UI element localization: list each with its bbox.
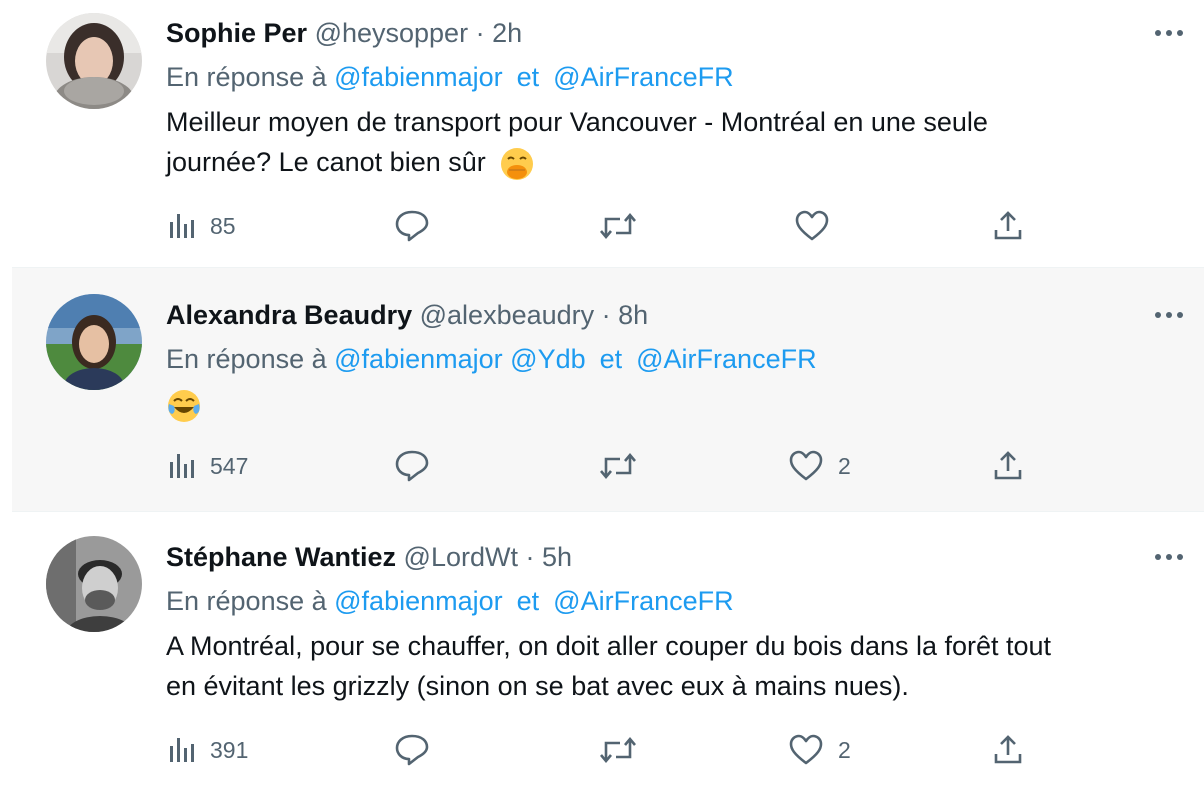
share-button[interactable] [992,206,1024,246]
more-options-button[interactable] [1152,540,1186,574]
reply-prefix: En réponse à [166,62,327,92]
reply-button[interactable] [394,730,430,770]
analytics-bars-icon [170,454,194,478]
heart-icon [789,734,823,765]
retweet-arrows-icon [600,452,636,480]
heart-icon [789,450,823,481]
author-name[interactable]: Alexandra Beaudry [166,300,412,330]
reply-bubble-icon [395,450,429,482]
tweet-text [166,384,1156,424]
author-name[interactable]: Sophie Per [166,18,307,48]
more-options-button[interactable] [1152,298,1186,332]
tweet-text-line: journée? Le canot bien sûr [166,147,486,177]
tweet-text: Meilleur moyen de transport pour Vancouv… [166,102,1156,182]
mention-link[interactable]: @AirFranceFR [553,62,733,92]
tweet-stephane-wantiez[interactable]: Stéphane Wantiez @LordWt · 5h En réponse… [12,512,1204,786]
analytics-bars-icon [170,738,194,762]
reply-context: En réponse à @fabienmajor et @AirFranceFR [166,585,734,617]
heart-icon [795,210,829,241]
author-handle[interactable]: @LordWt [404,542,518,572]
tweet-timeline: Sophie Per @heysopper · 2h En réponse à … [0,0,1204,786]
analytics-bars-icon [170,214,194,238]
tweet-text-line: en évitant les grizzly (sinon on se bat … [166,671,909,701]
avatar[interactable] [46,13,142,109]
share-button[interactable] [992,730,1024,770]
author-handle[interactable]: @alexbeaudry [420,300,595,330]
tweet-timestamp[interactable]: 2h [492,18,522,48]
reply-separator: et [516,586,540,616]
retweet-button[interactable] [598,206,638,246]
retweet-arrows-icon [600,212,636,240]
tweet-actions: 391 2 [166,730,1046,770]
mention-link[interactable]: @AirFranceFR [636,344,816,374]
mention-link[interactable]: @fabienmajor [334,586,503,616]
tweet-timestamp[interactable]: 5h [542,542,572,572]
retweet-button[interactable] [598,730,638,770]
mention-link[interactable]: @Ydb [510,344,585,374]
reply-prefix: En réponse à [166,344,327,374]
views-count: 547 [210,452,249,479]
reply-button[interactable] [394,206,430,246]
like-button[interactable]: 2 [788,730,851,770]
avatar[interactable] [46,294,142,390]
reply-context: En réponse à @fabienmajor et @AirFranceFR [166,61,734,93]
avatar[interactable] [46,536,142,632]
tweet-alexandra-beaudry[interactable]: Alexandra Beaudry @alexbeaudry · 8h En r… [12,268,1204,512]
share-upload-icon [994,735,1022,764]
more-dots-icon [1155,312,1183,318]
more-dots-icon [1155,554,1183,560]
like-button[interactable] [794,206,844,246]
views-count: 85 [210,212,236,239]
reply-button[interactable] [394,446,430,486]
reply-bubble-icon [395,210,429,242]
reply-separator: et [599,344,623,374]
views-button[interactable]: 391 [166,730,248,770]
reply-context: En réponse à @fabienmajor @Ydb et @AirFran… [166,343,817,375]
share-upload-icon [994,211,1022,240]
views-button[interactable]: 547 [166,446,248,486]
likes-count: 2 [838,736,851,763]
more-options-button[interactable] [1152,16,1186,50]
face-with-hand-over-mouth-emoji-icon [501,147,534,180]
retweet-arrows-icon [600,736,636,764]
views-count: 391 [210,736,249,763]
tweet-sophie-per[interactable]: Sophie Per @heysopper · 2h En réponse à … [12,0,1204,268]
author-name[interactable]: Stéphane Wantiez [166,542,396,572]
retweet-button[interactable] [598,446,638,486]
share-button[interactable] [992,446,1024,486]
mention-link[interactable]: @AirFranceFR [553,586,733,616]
reply-separator: et [516,62,540,92]
reply-prefix: En réponse à [166,586,327,616]
author-handle[interactable]: @heysopper [315,18,469,48]
tweet-text-line: A Montréal, pour se chauffer, on doit al… [166,631,1052,661]
reply-bubble-icon [395,734,429,766]
tweet-timestamp[interactable]: 8h [618,300,648,330]
like-button[interactable]: 2 [788,446,851,486]
views-button[interactable]: 85 [166,206,236,246]
mention-link[interactable]: @fabienmajor [334,62,503,92]
tweet-actions: 547 2 [166,446,1046,486]
tweet-text-line: Meilleur moyen de transport pour Vancouv… [166,107,988,137]
more-dots-icon [1155,30,1183,36]
share-upload-icon [994,451,1022,480]
tweet-text: A Montréal, pour se chauffer, on doit al… [166,626,1156,706]
tweet-actions: 85 [166,206,1046,246]
mention-link[interactable]: @fabienmajor [334,344,503,374]
face-with-tears-of-joy-emoji-icon [168,389,200,422]
likes-count: 2 [838,452,851,479]
